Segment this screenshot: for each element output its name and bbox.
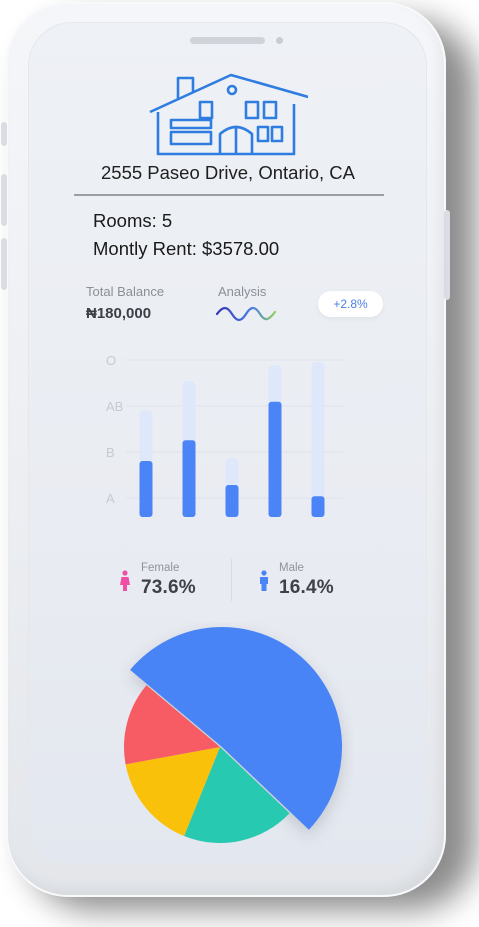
power-button — [444, 210, 450, 300]
male-label: Male — [279, 562, 304, 574]
phone-screen: 2555 Paseo Drive, Ontario, CA Rooms: 5 M… — [28, 22, 427, 865]
y-tick-label: O — [106, 353, 116, 368]
house-icon — [149, 73, 308, 156]
address-divider — [74, 194, 384, 196]
male-value: 16.4% — [279, 577, 334, 598]
phone-frame: 2555 Paseo Drive, Ontario, CA Rooms: 5 M… — [1, 2, 450, 897]
bar-background — [311, 361, 325, 517]
pie-chart — [124, 626, 343, 843]
bar — [311, 496, 325, 517]
change-badge[interactable]: +2.8% — [318, 291, 383, 317]
female-icon — [120, 570, 130, 591]
rooms-text: Rooms: 5 — [93, 210, 173, 231]
bar — [139, 461, 153, 517]
gender-separator — [231, 559, 232, 601]
y-tick-label: A — [106, 491, 115, 506]
bar — [268, 401, 282, 517]
female-label: Female — [141, 562, 180, 574]
volume-down-button — [1, 238, 7, 290]
total-balance-value: ₦180,000 — [86, 305, 152, 322]
mute-switch — [1, 122, 7, 146]
bar-chart: O AB B A — [106, 353, 343, 517]
speaker-grille — [190, 37, 265, 44]
male-icon — [260, 570, 268, 591]
y-tick-label: AB — [106, 399, 123, 414]
analysis-wave-icon — [215, 306, 277, 322]
y-tick-label: B — [106, 445, 115, 460]
female-value: 73.6% — [141, 577, 196, 598]
front-camera — [276, 37, 283, 44]
bar — [225, 485, 239, 517]
bar — [182, 440, 196, 517]
total-balance-label: Total Balance — [86, 284, 165, 299]
volume-up-button — [1, 174, 7, 226]
monthly-rent-text: Montly Rent: $3578.00 — [93, 238, 280, 259]
property-address: 2555 Paseo Drive, Ontario, CA — [101, 162, 355, 183]
analysis-label: Analysis — [218, 284, 267, 299]
